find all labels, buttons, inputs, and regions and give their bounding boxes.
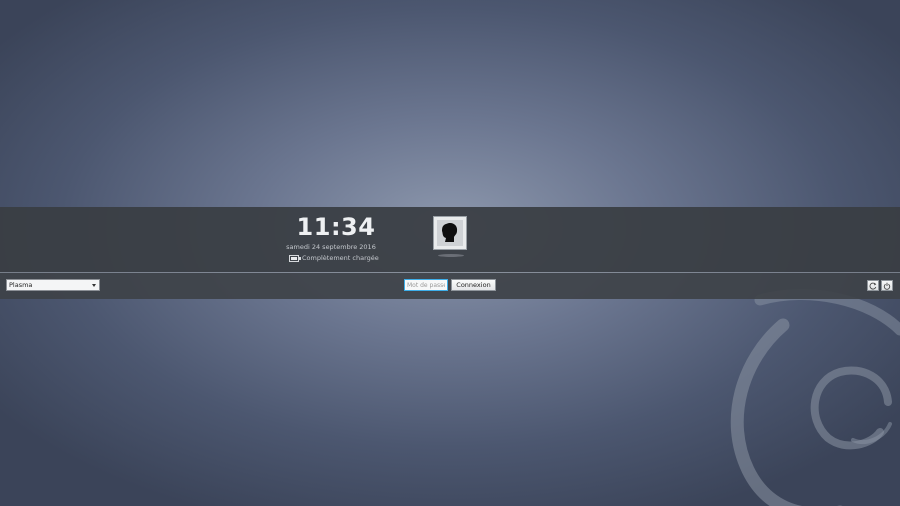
- battery-status: Complètement chargée: [289, 254, 379, 262]
- clock-date: samedi 24 septembre 2016: [286, 243, 376, 251]
- user-silhouette-icon: [442, 222, 458, 242]
- session-select-value: Plasma: [9, 281, 33, 289]
- clock-time: 11:34: [296, 213, 376, 241]
- battery-full-icon: [289, 254, 301, 262]
- login-bar: [0, 273, 900, 299]
- restart-button[interactable]: [867, 280, 879, 291]
- chevron-down-icon: [92, 284, 96, 287]
- shutdown-icon: [883, 282, 891, 290]
- user-avatar[interactable]: [433, 216, 467, 250]
- session-select[interactable]: Plasma: [6, 279, 100, 291]
- password-input[interactable]: [404, 279, 448, 291]
- shutdown-button[interactable]: [881, 280, 893, 291]
- battery-status-label: Complètement chargée: [302, 254, 379, 262]
- restart-icon: [869, 282, 877, 290]
- user-name-placeholder: [438, 254, 464, 257]
- login-button[interactable]: Connexion: [451, 279, 496, 291]
